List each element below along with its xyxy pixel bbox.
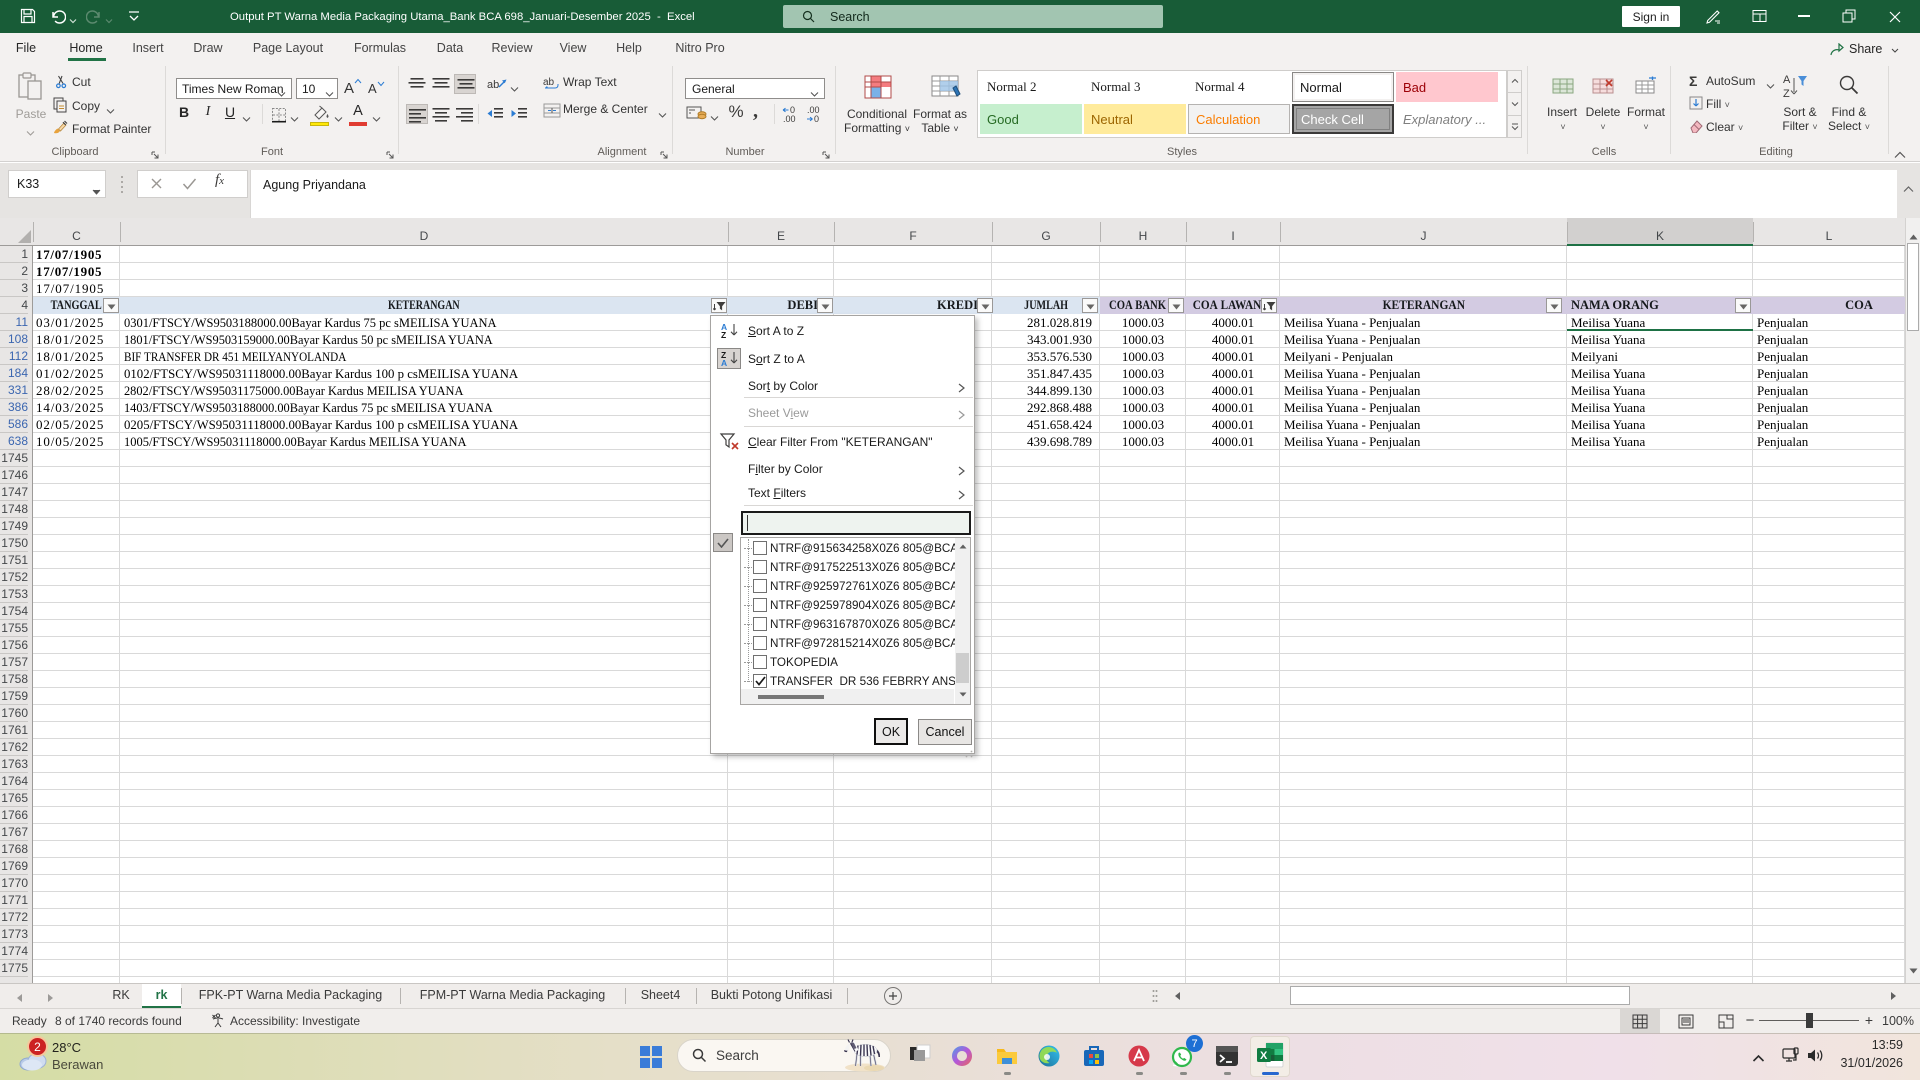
svg-text:ab: ab — [487, 79, 499, 91]
svg-text:A: A — [721, 358, 727, 367]
svg-text:A: A — [1783, 74, 1791, 86]
svg-text:Z: Z — [1783, 88, 1790, 100]
svg-text:.00: .00 — [783, 114, 796, 124]
svg-text:X: X — [1260, 1050, 1268, 1062]
svg-text:Z: Z — [721, 330, 726, 339]
svg-text:ab: ab — [543, 77, 555, 88]
